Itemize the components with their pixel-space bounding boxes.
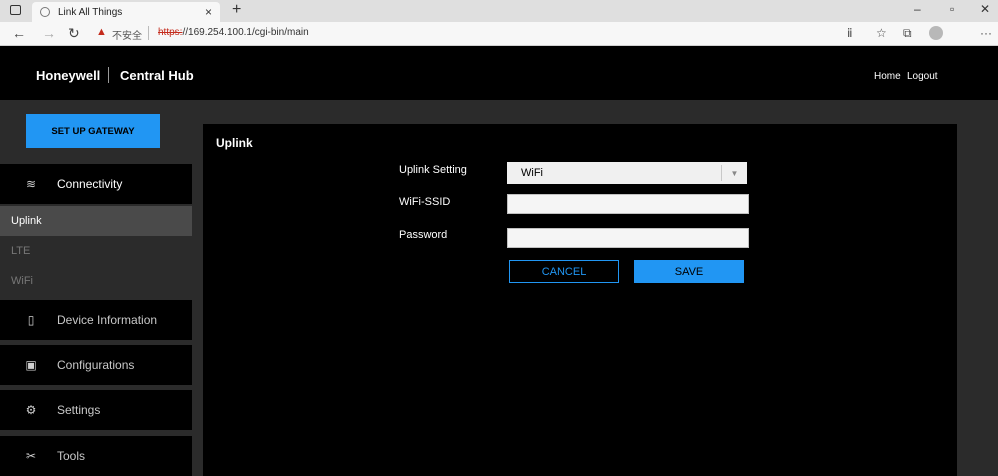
new-tab-button[interactable]: +	[232, 1, 241, 19]
cancel-button[interactable]: CANCEL	[509, 260, 619, 283]
window-close-icon[interactable]: ✕	[980, 2, 990, 16]
collections-icon[interactable]: ⧉	[903, 26, 912, 41]
profile-avatar[interactable]	[929, 26, 943, 40]
sidebar-item-wifi[interactable]: WiFi	[0, 266, 192, 296]
address-bar: ← → ↻ ▲ 不安全 https://169.254.100.1/cgi-bi…	[0, 22, 998, 46]
device-icon: ▯	[27, 313, 35, 327]
sidebar-item-label: Device Information	[57, 313, 158, 327]
sidebar-item-label: Configurations	[57, 358, 135, 372]
sidebar-item-lte[interactable]: LTE	[0, 236, 192, 266]
globe-icon	[40, 7, 50, 17]
uplink-setting-value: WiFi	[521, 167, 543, 179]
sidebar-item-settings[interactable]: ⚙ Settings	[0, 390, 192, 430]
sidebar-item-uplink[interactable]: Uplink	[0, 206, 192, 236]
wifi-icon: ≋	[25, 177, 37, 191]
logout-link[interactable]: Logout	[907, 71, 938, 82]
app-header: Honeywell Central Hub Home Logout	[0, 46, 998, 100]
uplink-setting-select[interactable]: WiFi ▼	[507, 162, 747, 184]
more-menu-icon[interactable]: ···	[980, 26, 992, 40]
tab-actions-icon[interactable]	[10, 5, 21, 15]
uplink-panel: Uplink Uplink Setting WiFi ▼ WiFi-SSID P…	[203, 124, 957, 476]
tab-title: Link All Things	[58, 6, 123, 18]
gear-icon: ⚙	[25, 403, 37, 417]
tab-close-icon[interactable]: ×	[205, 5, 212, 19]
warning-icon[interactable]: ▲	[96, 26, 107, 38]
chevron-down-icon[interactable]: ▼	[721, 165, 747, 181]
url-path: //169.254.100.1/cgi-bin/main	[182, 27, 309, 38]
wifi-ssid-input[interactable]	[507, 194, 749, 214]
brand-logo: Honeywell	[36, 68, 101, 83]
product-title: Central Hub	[120, 68, 194, 83]
configurations-icon: ▣	[25, 358, 37, 372]
password-input[interactable]	[507, 228, 749, 248]
setup-gateway-button[interactable]: SET UP GATEWAY	[26, 114, 160, 148]
sidebar-item-label: Tools	[57, 449, 86, 463]
sidebar: SET UP GATEWAY ≋ Connectivity Uplink LTE…	[0, 100, 192, 476]
sidebar-item-connectivity[interactable]: ≋ Connectivity	[0, 164, 192, 204]
brand-divider	[108, 67, 109, 83]
browser-tab-bar: Link All Things × + – ▫ ✕	[0, 0, 998, 22]
minimize-icon[interactable]: –	[914, 2, 921, 16]
browser-tab[interactable]: Link All Things ×	[32, 2, 220, 22]
address-separator	[148, 26, 149, 40]
read-aloud-icon[interactable]: ⅱ	[847, 26, 853, 40]
restore-icon[interactable]: ▫	[950, 2, 954, 16]
sidebar-item-device-information[interactable]: ▯ Device Information	[0, 300, 192, 340]
refresh-icon[interactable]: ↻	[68, 25, 80, 42]
uplink-setting-label: Uplink Setting	[399, 164, 467, 176]
forward-icon[interactable]: →	[42, 25, 56, 41]
sidebar-item-label: Connectivity	[57, 177, 123, 191]
favorites-icon[interactable]: ☆	[876, 26, 887, 40]
save-button[interactable]: SAVE	[634, 260, 744, 283]
home-link[interactable]: Home	[874, 71, 901, 82]
back-icon[interactable]: ←	[12, 25, 26, 41]
page-title: Uplink	[216, 136, 253, 150]
tools-icon: ✂	[25, 449, 37, 463]
sidebar-item-configurations[interactable]: ▣ Configurations	[0, 345, 192, 385]
url-field[interactable]: https://169.254.100.1/cgi-bin/main	[158, 27, 309, 38]
web-page: Honeywell Central Hub Home Logout SET UP…	[0, 46, 998, 476]
security-label[interactable]: 不安全	[112, 27, 142, 42]
password-label: Password	[399, 229, 448, 241]
sidebar-item-label: Settings	[57, 403, 101, 417]
wifi-ssid-label: WiFi-SSID	[399, 196, 451, 208]
url-protocol: https:	[158, 27, 183, 38]
sidebar-item-tools[interactable]: ✂ Tools	[0, 436, 192, 476]
